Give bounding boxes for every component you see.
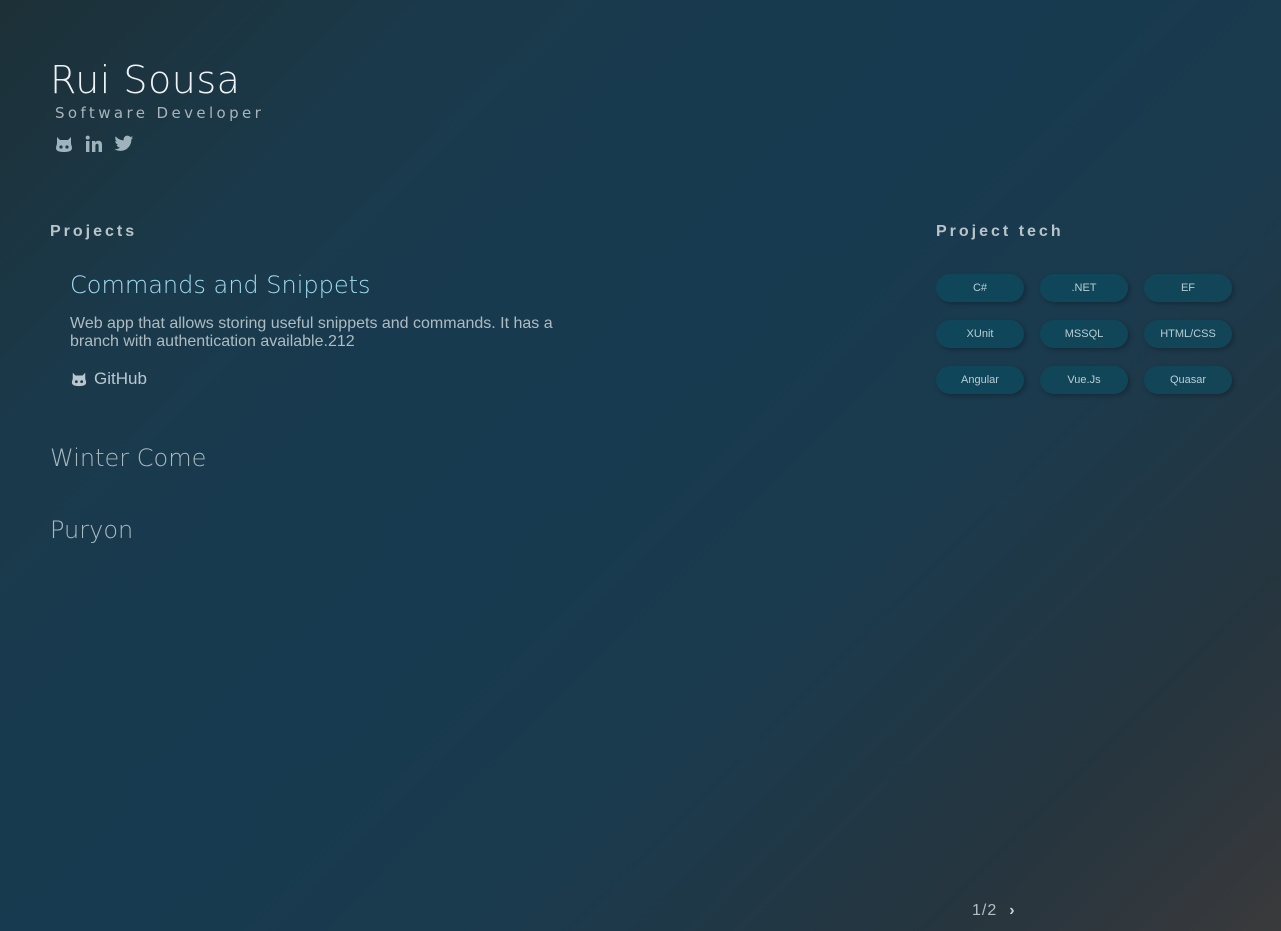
social-links bbox=[54, 134, 264, 154]
profile-header: Rui Sousa Software Developer bbox=[50, 56, 264, 154]
project-item-active: Commands and Snippets Web app that allow… bbox=[70, 268, 590, 389]
twitter-social-link[interactable] bbox=[114, 134, 134, 154]
tech-chip: HTML/CSS bbox=[1144, 320, 1232, 348]
tech-chip: Angular bbox=[936, 366, 1024, 394]
linkedin-icon bbox=[85, 135, 102, 152]
twitter-icon bbox=[114, 135, 134, 151]
project-github-link[interactable]: GitHub bbox=[70, 369, 590, 389]
tech-chip: XUnit bbox=[936, 320, 1024, 348]
tech-chip: Quasar bbox=[1144, 366, 1232, 394]
profile-name: Rui Sousa bbox=[50, 58, 241, 102]
tech-chip-grid: C# .NET EF XUnit MSSQL HTML/CSS Angular … bbox=[936, 274, 1232, 394]
tech-chip: MSSQL bbox=[1040, 320, 1128, 348]
project-link-label: GitHub bbox=[94, 369, 147, 388]
github-icon bbox=[56, 137, 72, 152]
projects-heading: Projects bbox=[50, 223, 138, 240]
profile-role: Software Developer bbox=[55, 104, 265, 122]
github-social-link[interactable] bbox=[54, 134, 74, 154]
linkedin-social-link[interactable] bbox=[84, 134, 104, 154]
tech-chip: Vue.Js bbox=[1040, 366, 1128, 394]
project-tech-heading: Project tech bbox=[936, 223, 1064, 240]
project-item-winter-come[interactable]: Winter Come bbox=[50, 443, 206, 473]
tech-chip: EF bbox=[1144, 274, 1232, 302]
pagination: 1/2 › bbox=[972, 902, 1016, 920]
project-title[interactable]: Commands and Snippets bbox=[70, 268, 590, 302]
tech-chip: .NET bbox=[1040, 274, 1128, 302]
tech-chip: C# bbox=[936, 274, 1024, 302]
next-page-chevron-icon[interactable]: › bbox=[1009, 902, 1015, 920]
page-indicator: 1/2 bbox=[972, 902, 998, 919]
github-icon bbox=[71, 372, 87, 387]
project-item-puryon[interactable]: Puryon bbox=[50, 515, 133, 545]
project-description: Web app that allows storing useful snipp… bbox=[70, 315, 553, 350]
